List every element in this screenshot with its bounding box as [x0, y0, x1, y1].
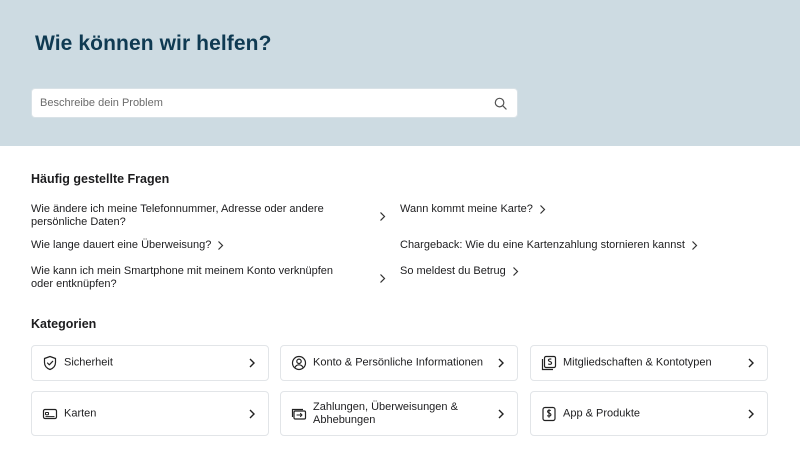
chevron-right-icon: [380, 212, 386, 221]
category-label: Konto & Persönliche Informationen: [313, 356, 483, 369]
chevron-right-icon: [692, 240, 698, 250]
membership-icon: [541, 355, 557, 371]
faq-item-change-data[interactable]: Wie ändere ich meine Telefonnummer, Adre…: [31, 203, 386, 229]
faq-item-link-smartphone[interactable]: Wie kann ich mein Smartphone mit meinem …: [31, 265, 386, 291]
chevron-right-icon: [249, 358, 255, 368]
page-title: Wie können wir helfen?: [35, 32, 272, 55]
chevron-right-icon: [748, 409, 754, 418]
chevron-right-icon: [498, 409, 504, 418]
chevron-right-icon: [748, 358, 754, 368]
shield-icon: [43, 355, 57, 371]
category-account[interactable]: Konto & Persönliche Informationen: [280, 345, 518, 381]
category-label: Zahlungen, Überweisungen & Abhebungen: [313, 400, 458, 426]
search-box[interactable]: [31, 88, 518, 118]
category-label: Karten: [64, 407, 97, 419]
category-app-products[interactable]: App & Produkte: [530, 391, 768, 436]
category-payments[interactable]: Zahlungen, Überweisungen & Abhebungen: [280, 391, 518, 436]
faq-item-report-fraud[interactable]: So meldest du Betrug: [400, 265, 519, 278]
chevron-right-icon: [498, 358, 504, 368]
search-input[interactable]: [32, 89, 517, 117]
hero-banner: Wie können wir helfen?: [0, 0, 800, 146]
transfer-icon: [291, 408, 307, 420]
app-icon: [542, 406, 556, 421]
faq-item-transfer-duration[interactable]: Wie lange dauert eine Überweisung?: [31, 239, 224, 252]
faq-item-label: Chargeback: Wie du eine Kartenzahlung st…: [400, 239, 685, 251]
faq-item-card-arrival[interactable]: Wann kommt meine Karte?: [400, 203, 546, 216]
category-label: App & Produkte: [563, 407, 641, 419]
categories-heading: Kategorien: [31, 317, 97, 331]
faq-item-label: Wie kann ich mein Smartphone mit meinem …: [31, 265, 334, 290]
category-cards[interactable]: Karten: [31, 391, 269, 436]
faq-item-label: So meldest du Betrug: [400, 265, 506, 277]
chevron-right-icon: [539, 204, 546, 214]
chevron-right-icon: [512, 266, 519, 276]
faq-item-chargeback[interactable]: Chargeback: Wie du eine Kartenzahlung st…: [400, 239, 698, 252]
faq-heading: Häufig gestellte Fragen: [31, 172, 170, 186]
chevron-right-icon: [218, 240, 224, 250]
category-memberships[interactable]: Mitgliedschaften & Kontotypen: [530, 345, 768, 381]
search-icon[interactable]: [494, 97, 507, 110]
chevron-right-icon: [249, 409, 255, 418]
chevron-right-icon: [380, 274, 386, 283]
category-label: Sicherheit: [64, 356, 113, 369]
card-icon: [42, 408, 58, 419]
faq-item-label: Wie ändere ich meine Telefonnummer, Adre…: [31, 203, 324, 228]
user-icon: [291, 355, 307, 371]
category-security[interactable]: Sicherheit: [31, 345, 269, 381]
faq-item-label: Wie lange dauert eine Überweisung?: [31, 239, 212, 251]
faq-item-label: Wann kommt meine Karte?: [400, 203, 533, 215]
category-label: Mitgliedschaften & Kontotypen: [563, 356, 712, 369]
